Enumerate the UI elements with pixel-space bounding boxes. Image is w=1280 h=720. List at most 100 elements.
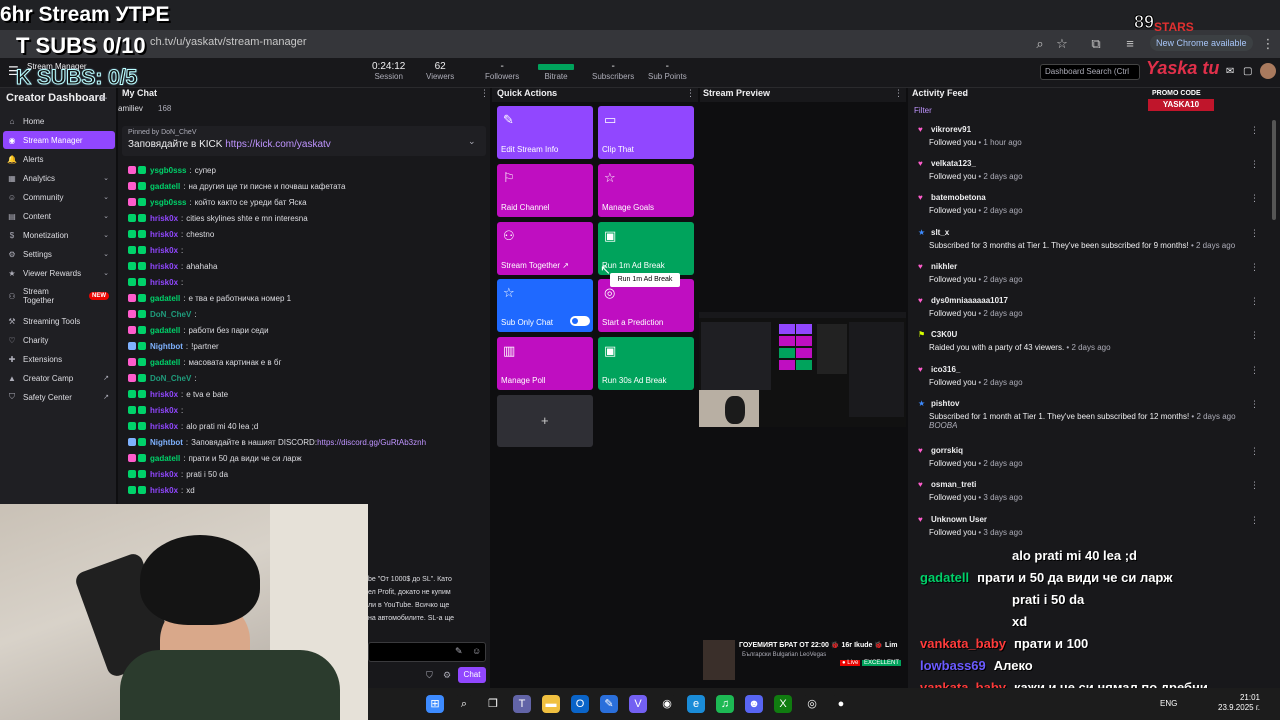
chat-options-icon[interactable]: ⋮	[480, 88, 489, 99]
system-clock[interactable]: 21:01 23.9.2025 г.	[1218, 693, 1260, 713]
chevron-down-icon[interactable]: ⌄	[468, 136, 476, 147]
chat-username[interactable]: hrisk0x	[150, 214, 178, 223]
sidebar-item-settings[interactable]: ⚙ Settings ⌄	[3, 245, 115, 263]
language-indicator[interactable]: ENG	[1160, 699, 1177, 708]
sidebar-item-streaming-tools[interactable]: ⚒ Streaming Tools	[3, 312, 115, 330]
outlook-icon[interactable]: O	[571, 695, 589, 713]
chat-username[interactable]: gadatell	[150, 326, 180, 335]
chat-message[interactable]: hrisk0x: xd	[128, 483, 195, 497]
obs-icon[interactable]: ◎	[803, 695, 821, 713]
chat-message[interactable]: hrisk0x: ahahaha	[128, 259, 217, 273]
quick-action-raid-channel[interactable]: ⚐ Raid Channel	[497, 164, 593, 217]
chat-message[interactable]: gadatell: прати и 50 да види че си ларж	[128, 451, 302, 465]
sidebar-item-charity[interactable]: ♡ Charity	[3, 331, 115, 349]
sidebar-item-stream-manager[interactable]: ◉ Stream Manager	[3, 131, 115, 149]
chat-message[interactable]: DoN_CheV:	[128, 307, 200, 321]
stream-preview-options-icon[interactable]: ⋮	[894, 88, 903, 99]
pen-icon[interactable]: ✎	[600, 695, 618, 713]
sidebar-item-content[interactable]: ▤ Content ⌄	[3, 207, 115, 225]
activity-username[interactable]: nikhler	[931, 262, 957, 271]
quick-action-manage-poll[interactable]: ▥ Manage Poll	[497, 337, 593, 390]
chat-username[interactable]: gadatell	[150, 454, 180, 463]
chat-username[interactable]: DoN_CheV	[150, 310, 191, 319]
activity-username[interactable]: Unknown User	[931, 515, 987, 524]
xbox-icon[interactable]: X	[774, 695, 792, 713]
activity-username[interactable]: dys0mniaaaaaa1017	[931, 296, 1008, 305]
activity-options-icon[interactable]: ⋮	[1250, 365, 1259, 376]
quick-action-run-30s-ad-break[interactable]: ▣ Run 30s Ad Break	[598, 337, 694, 390]
dashboard-search-input[interactable]: Dashboard Search (Ctrl	[1040, 64, 1140, 80]
chat-message[interactable]: Nightbot: Заповядайте в нашият DISCORD: h…	[128, 435, 426, 449]
chat-username[interactable]: gadatell	[150, 182, 180, 191]
windows-start-icon[interactable]: ⊞	[426, 695, 444, 713]
chat-message[interactable]: gadatell: работи без пари седи	[128, 323, 269, 337]
chevron-down-icon[interactable]: ⌄	[962, 88, 969, 97]
emote-icon[interactable]: ✎	[455, 646, 463, 657]
chat-username[interactable]: hrisk0x	[150, 486, 178, 495]
chat-message[interactable]: hrisk0x: е tva е bate	[128, 387, 228, 401]
activity-options-icon[interactable]: ⋮	[1250, 515, 1259, 526]
quick-actions-options-icon[interactable]: ⋮	[686, 88, 695, 99]
chat-message[interactable]: hrisk0x: cities skylines shte e mn intere…	[128, 211, 308, 225]
zoom-icon[interactable]: ⌕	[1032, 36, 1048, 52]
sidebar-item-alerts[interactable]: 🔔 Alerts	[3, 150, 115, 168]
quick-action-manage-goals[interactable]: ☆ Manage Goals	[598, 164, 694, 217]
activity-options-icon[interactable]: ⋮	[1250, 296, 1259, 307]
app-icon[interactable]: ●	[832, 695, 850, 713]
chevron-down-icon[interactable]: ⌄	[762, 88, 769, 97]
chevron-down-icon[interactable]: ⌄	[549, 88, 556, 97]
extensions-icon[interactable]: ⧉	[1088, 36, 1104, 52]
chat-username[interactable]: hrisk0x	[150, 390, 178, 399]
chrome-menu-icon[interactable]: ⋮	[1260, 36, 1276, 52]
chat-username[interactable]: hrisk0x	[150, 470, 178, 479]
chat-input[interactable]	[368, 642, 486, 662]
activity-filter-link[interactable]: Filter	[914, 106, 932, 115]
chat-username[interactable]: ysgb0sss	[150, 166, 186, 175]
activity-username[interactable]: pishtov	[931, 399, 959, 408]
chat-message[interactable]: hrisk0x: prati i 50 da	[128, 467, 228, 481]
pinned-link[interactable]: https://kick.com/yaskatv	[225, 139, 331, 150]
chat-message[interactable]: hrisk0x:	[128, 275, 186, 289]
chrome-icon[interactable]: ◉	[658, 695, 676, 713]
teams-icon[interactable]: T	[513, 695, 531, 713]
activity-options-icon[interactable]: ⋮	[1250, 159, 1259, 170]
activity-username[interactable]: velkata123_	[931, 159, 976, 168]
collapse-sidebar-icon[interactable]: ⇤	[100, 93, 108, 104]
chat-username[interactable]: hrisk0x	[150, 422, 178, 431]
chat-message[interactable]: hrisk0x:	[128, 243, 186, 257]
media-icon[interactable]: ≡	[1122, 36, 1138, 52]
chat-username[interactable]: gadatell	[150, 358, 180, 367]
sidebar-item-community[interactable]: ☺ Community ⌄	[3, 188, 115, 206]
quick-action-add[interactable]: +	[497, 395, 593, 447]
chat-message[interactable]: DoN_CheV:	[128, 371, 200, 385]
quick-action-run-1m-ad-break[interactable]: ▣ Run 1m Ad Break	[598, 222, 694, 275]
edge-icon[interactable]: e	[687, 695, 705, 713]
spotify-icon[interactable]: ♫	[716, 695, 734, 713]
chat-username[interactable]: Nightbot	[150, 342, 183, 351]
sidebar-item-extensions[interactable]: ✚ Extensions	[3, 350, 115, 368]
sidebar-item-stream-together[interactable]: ⚇ Stream Together NEW	[3, 284, 115, 308]
chat-message[interactable]: ysgb0sss: супер	[128, 163, 216, 177]
discord-icon[interactable]: ☻	[745, 695, 763, 713]
activity-username[interactable]: vikrorev91	[931, 125, 971, 134]
activity-username[interactable]: ico316_	[931, 365, 960, 374]
inbox-icon[interactable]: ✉	[1226, 66, 1234, 77]
chat-link[interactable]: https://discord.gg/GuRtAb3znh	[317, 438, 426, 447]
chat-message[interactable]: hrisk0x: chestno	[128, 227, 214, 241]
search-icon[interactable]: ⌕	[455, 695, 473, 713]
activity-options-icon[interactable]: ⋮	[1250, 399, 1259, 410]
smiley-icon[interactable]: ☺	[472, 646, 481, 656]
chat-username[interactable]: Nightbot	[150, 438, 183, 447]
viber-icon[interactable]: V	[629, 695, 647, 713]
sidebar-item-monetization[interactable]: $ Monetization ⌄	[3, 226, 115, 244]
sidebar-item-home[interactable]: ⌂ Home	[3, 112, 115, 130]
activity-scrollbar[interactable]	[1272, 120, 1276, 220]
activity-options-icon[interactable]: ⋮	[1250, 446, 1259, 457]
file-explorer-icon[interactable]: ▬	[542, 695, 560, 713]
activity-username[interactable]: osman_treti	[931, 480, 976, 489]
chat-message[interactable]: ysgb0sss: който както се уреди бат Яска	[128, 195, 307, 209]
whispers-icon[interactable]: ▢	[1243, 66, 1252, 77]
url-text[interactable]: ch.tv/u/yaskatv/stream-manager	[150, 36, 307, 48]
chat-send-button[interactable]: Chat	[458, 667, 486, 683]
activity-options-icon[interactable]: ⋮	[1250, 125, 1259, 136]
